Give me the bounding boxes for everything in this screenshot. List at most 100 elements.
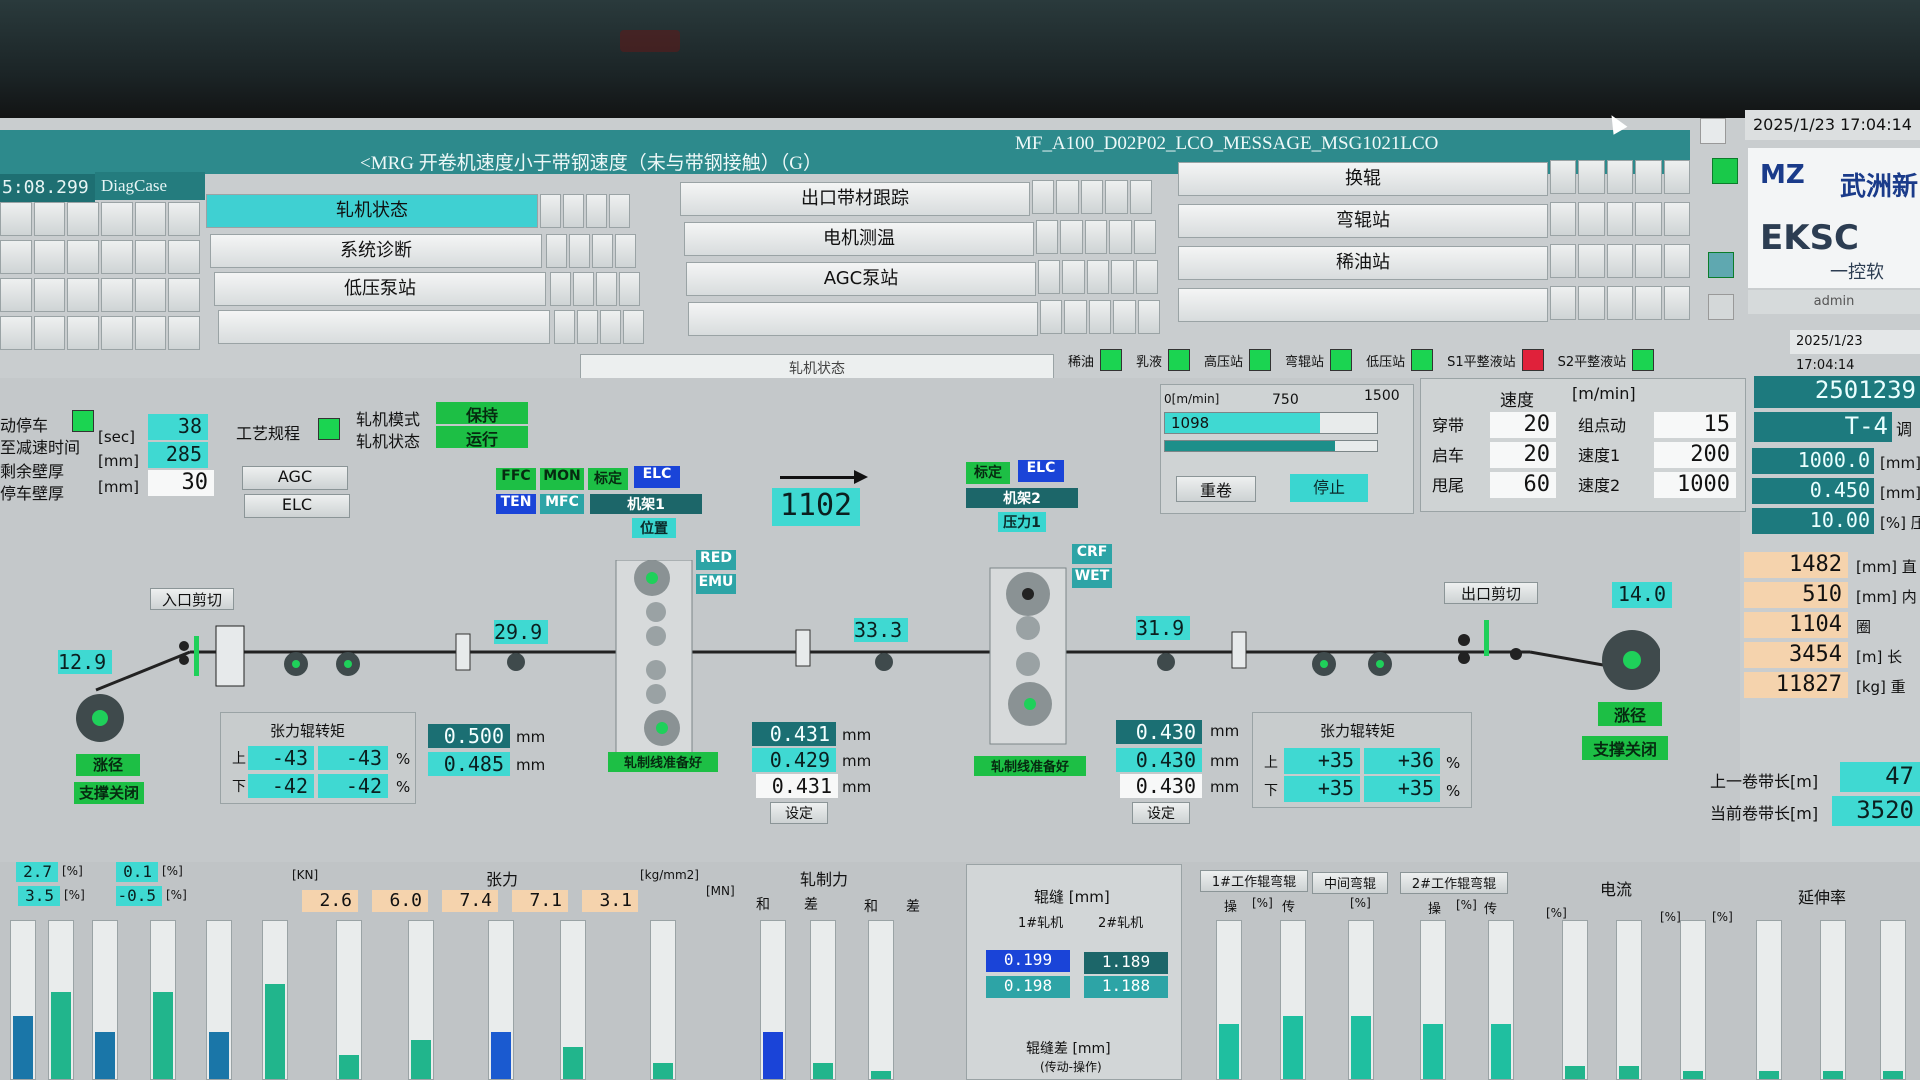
torque-right-top-2: +36 bbox=[1364, 748, 1440, 774]
speed-table-unit: [m/min] bbox=[1572, 384, 1636, 403]
nav-stub-row[interactable] bbox=[0, 202, 201, 236]
nav-thin-oil-station[interactable]: 稀油站 bbox=[1178, 246, 1548, 280]
checklist-icon[interactable] bbox=[1700, 118, 1726, 144]
nav-stubs[interactable] bbox=[550, 272, 640, 306]
alarm-message[interactable]: <MRG 开卷机速度小于带钢速度（未与带钢接触）（G） bbox=[360, 148, 1000, 180]
nav-roll-change[interactable]: 换辊 bbox=[1178, 162, 1548, 196]
right-expand-tag[interactable]: 涨径 bbox=[1598, 702, 1662, 726]
system-ok-indicator bbox=[1712, 158, 1738, 184]
bar-column-fill bbox=[339, 1055, 359, 1079]
nav-exit-strip-tracking[interactable]: 出口带材跟踪 bbox=[680, 182, 1030, 216]
mm-unit: mm bbox=[516, 728, 546, 746]
calib-tag[interactable]: 标定 bbox=[588, 468, 628, 490]
force-col-1: 和 bbox=[756, 897, 770, 913]
status-lamp-indicator bbox=[1249, 349, 1272, 371]
gap-col-2: 2#轧机 bbox=[1098, 916, 1144, 931]
bend2-pct: [%] bbox=[1456, 898, 1477, 912]
gap1-value-b: 0.198 bbox=[986, 976, 1070, 998]
bar-column bbox=[1562, 920, 1588, 1080]
nav-stubs[interactable] bbox=[1550, 244, 1691, 278]
exit-thickness-1: 0.430 bbox=[1116, 720, 1202, 744]
grade-suffix: 调 bbox=[1896, 420, 1913, 439]
speed-row-value[interactable]: 20 bbox=[1490, 412, 1556, 438]
nav-stub-row[interactable] bbox=[0, 240, 201, 274]
bar-column bbox=[150, 920, 176, 1080]
stop-wall-value[interactable]: 30 bbox=[148, 470, 214, 496]
pct-unit: % bbox=[1446, 754, 1461, 772]
nav-stubs[interactable] bbox=[1036, 220, 1157, 254]
calib2-tag[interactable]: 标定 bbox=[966, 462, 1010, 484]
left-expand-tag[interactable]: 涨径 bbox=[76, 754, 140, 776]
nav-roll-bending-station[interactable]: 弯辊站 bbox=[1178, 204, 1548, 238]
nav-stub-row[interactable] bbox=[0, 316, 201, 350]
ten-tag[interactable]: TEN bbox=[496, 494, 536, 514]
bar-column-fill bbox=[1565, 1066, 1585, 1079]
mon-tag[interactable]: MON bbox=[540, 468, 584, 490]
stop-button[interactable]: 停止 bbox=[1290, 474, 1368, 502]
bar-column bbox=[48, 920, 74, 1080]
speed2-value: 33.3 bbox=[854, 618, 908, 642]
speed-bar: 1098 bbox=[1164, 412, 1378, 434]
nav-stubs[interactable] bbox=[1550, 202, 1691, 236]
tension-unit-right: [kg/mm2] bbox=[640, 868, 699, 882]
nav-stubs[interactable] bbox=[1550, 286, 1691, 320]
bend1-button[interactable]: 1#工作辊弯辊 bbox=[1200, 870, 1308, 892]
mid-thickness-3[interactable]: 0.431 bbox=[756, 774, 838, 798]
nav-empty-1[interactable] bbox=[218, 310, 550, 344]
nav-low-pressure-pump[interactable]: 低压泵站 bbox=[214, 272, 546, 306]
nav-stubs[interactable] bbox=[546, 234, 636, 268]
nav-stubs[interactable] bbox=[1550, 160, 1691, 194]
bend2-button[interactable]: 2#工作辊弯辊 bbox=[1400, 872, 1508, 894]
left-support-tag[interactable]: 支撑关闭 bbox=[74, 782, 144, 804]
nav-motor-temp[interactable]: 电机测温 bbox=[684, 222, 1034, 256]
status-lamp-indicator bbox=[1330, 349, 1353, 371]
speed-row-label: 穿带 bbox=[1432, 416, 1465, 435]
nav-left-stubs bbox=[0, 202, 201, 350]
printer-icon[interactable] bbox=[1708, 294, 1734, 320]
bar-column bbox=[262, 920, 288, 1080]
status-lamp-label: 稀油 bbox=[1068, 354, 1095, 370]
camera-icon[interactable] bbox=[1708, 252, 1734, 278]
exit-shear-label[interactable]: 出口剪切 bbox=[1444, 582, 1538, 604]
elc-button[interactable]: ELC bbox=[244, 494, 350, 518]
speed-row-value2[interactable]: 200 bbox=[1654, 442, 1736, 468]
exit-thickness-3[interactable]: 0.430 bbox=[1120, 774, 1202, 798]
bar-column-fill bbox=[1823, 1071, 1843, 1079]
elc-tag[interactable]: ELC bbox=[634, 466, 680, 488]
nav-stubs[interactable] bbox=[1040, 300, 1161, 334]
speed-row-value[interactable]: 60 bbox=[1490, 472, 1556, 498]
ffc-tag[interactable]: FFC bbox=[496, 468, 536, 490]
nav-mill-status[interactable]: 轧机状态 bbox=[206, 194, 538, 228]
mfc-tag[interactable]: MFC bbox=[540, 494, 584, 514]
speed-row-value2[interactable]: 15 bbox=[1654, 412, 1736, 438]
right-support-tag[interactable]: 支撑关闭 bbox=[1582, 736, 1668, 760]
rewind-button[interactable]: 重卷 bbox=[1176, 476, 1256, 502]
bend-mid-button[interactable]: 中间弯辊 bbox=[1312, 872, 1388, 894]
nav-stub-row[interactable] bbox=[0, 278, 201, 312]
nav-empty-3[interactable] bbox=[1178, 288, 1548, 322]
brand2-sub: 一控软 bbox=[1830, 262, 1884, 283]
nav-stubs[interactable] bbox=[1038, 260, 1159, 294]
elc2-tag[interactable]: ELC bbox=[1018, 460, 1064, 482]
nav-stubs[interactable] bbox=[554, 310, 644, 344]
diag-case-button[interactable]: DiagCase bbox=[95, 172, 205, 200]
nav-system-diagnosis[interactable]: 系统诊断 bbox=[210, 234, 542, 268]
stand1-name: 机架1 bbox=[590, 494, 702, 514]
coil-param-value: 510 bbox=[1744, 582, 1848, 608]
gauge-mid: 750 bbox=[1272, 392, 1299, 408]
speed-row-value[interactable]: 20 bbox=[1490, 442, 1556, 468]
nav-stubs[interactable] bbox=[540, 194, 630, 228]
bar-column bbox=[336, 920, 362, 1080]
nav-agc-pump[interactable]: AGC泵站 bbox=[686, 262, 1036, 296]
speed3-value: 31.9 bbox=[1136, 616, 1190, 640]
entry-shear-label[interactable]: 入口剪切 bbox=[150, 588, 234, 610]
left-val-1: 2.7 bbox=[16, 862, 58, 882]
set-button-2[interactable]: 设定 bbox=[1132, 802, 1190, 824]
bar-column bbox=[488, 920, 514, 1080]
nav-stubs[interactable] bbox=[1032, 180, 1153, 214]
speed-row-value2[interactable]: 1000 bbox=[1654, 472, 1736, 498]
agc-button[interactable]: AGC bbox=[242, 466, 348, 490]
set-button-1[interactable]: 设定 bbox=[770, 802, 828, 824]
entry-thickness-top: 0.500 bbox=[428, 724, 510, 748]
nav-empty-2[interactable] bbox=[688, 302, 1038, 336]
